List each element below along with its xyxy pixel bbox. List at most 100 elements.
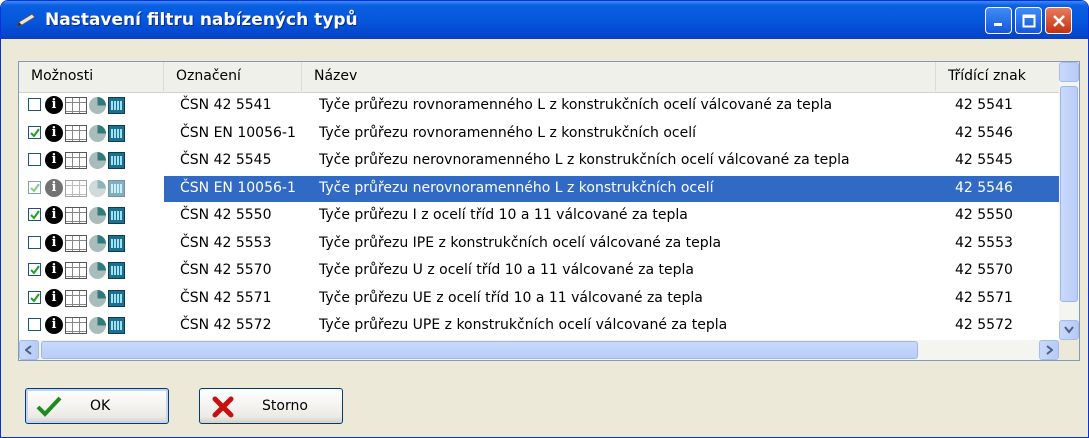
vertical-scroll-thumb[interactable] [1060,86,1078,302]
column-header-name[interactable]: Název [302,62,936,91]
cancel-button[interactable]: Storno [199,388,343,424]
row-name: Tyče průřezu I z ocelí tříd 10 a 11 válc… [319,207,688,223]
table-row[interactable]: i ČSN 42 5541 Tyče průřezu rovnoramenného … [19,93,1059,119]
table-row[interactable]: i ČSN 42 5571 Tyče průřezu UE z ocelí tříd… [19,286,1059,312]
info-icon[interactable]: i [45,316,63,334]
horizontal-scrollbar[interactable] [19,340,1059,360]
ok-button[interactable]: OK [25,388,169,424]
calculator-icon[interactable] [108,234,125,252]
pencil-icon [16,13,36,27]
chart-icon[interactable] [89,179,106,197]
scroll-down-button[interactable] [1059,320,1079,340]
row-code: ČSN 42 5570 [180,262,272,278]
row-checkbox[interactable] [28,208,41,221]
list-header: Možnosti Označení Název Třídící znak [19,62,1059,93]
info-icon[interactable]: i [45,151,63,169]
info-icon[interactable]: i [45,178,63,197]
table-row[interactable]: i ČSN EN 10056-1 Tyče průřezu nerovnoramen… [19,175,1059,202]
calculator-icon[interactable] [108,317,125,334]
check-icon [30,210,40,220]
row-code: ČSN EN 10056-1 [180,179,296,196]
info-icon[interactable]: i [45,261,63,279]
calculator-icon[interactable] [108,124,125,142]
chart-icon[interactable] [89,289,106,307]
chart-icon[interactable] [89,152,106,169]
calculator-icon[interactable] [108,179,125,197]
calculator-icon[interactable] [108,289,125,307]
row-sort-key: 42 5545 [955,152,1013,168]
row-sort-key: 42 5546 [955,124,1013,141]
table-row[interactable]: i ČSN 42 5545 Tyče průřezu nerovnoramennéh… [19,148,1059,174]
vertical-scrollbar[interactable] [1059,62,1079,340]
horizontal-scroll-thumb[interactable] [41,341,918,359]
info-icon[interactable]: i [45,206,63,224]
row-checkbox[interactable] [28,290,41,304]
row-name: Tyče průřezu rovnoramenného L z konstruk… [319,124,696,141]
calculator-icon[interactable] [108,152,125,169]
table-icon[interactable] [65,234,87,252]
checkmark-icon [36,396,62,417]
chart-icon[interactable] [89,234,106,252]
info-icon[interactable]: i [45,233,63,252]
info-icon[interactable]: i [45,123,63,142]
calculator-icon[interactable] [108,207,125,224]
minimize-button[interactable] [985,7,1012,34]
minimize-icon [993,22,1002,26]
calculator-icon[interactable] [108,97,125,114]
row-checkbox[interactable] [28,153,41,166]
scroll-left-button[interactable] [19,340,39,360]
table-row[interactable]: i ČSN EN 10056-1 Tyče průřezu rovnoramenné… [19,121,1059,147]
close-button[interactable] [1045,7,1072,34]
ok-label: OK [90,398,111,414]
table-icon[interactable] [65,179,87,197]
table-icon[interactable] [65,97,87,114]
table-icon[interactable] [65,124,87,142]
calculator-icon[interactable] [108,262,125,279]
table-icon[interactable] [65,207,87,224]
chart-icon[interactable] [89,262,106,279]
row-code: ČSN 42 5545 [180,152,272,168]
row-checkbox[interactable] [28,125,41,139]
types-list[interactable]: Možnosti Označení Název Třídící znak i ČS… [18,61,1080,361]
row-checkbox[interactable] [28,235,41,249]
scroll-up-button[interactable] [1059,62,1079,82]
cross-icon [212,396,234,418]
table-icon[interactable] [65,317,87,334]
close-icon [1052,14,1065,27]
column-header-options[interactable]: Možnosti [19,62,164,91]
row-checkbox[interactable] [28,180,41,194]
row-sort-key: 42 5570 [955,262,1013,278]
row-name: Tyče průřezu nerovnoramenného L z konstr… [319,179,714,196]
table-row[interactable]: i ČSN 42 5572 Tyče průřezu UPE z konstrukč… [19,313,1059,339]
table-row[interactable]: i ČSN 42 5550 Tyče průřezu I z ocelí tříd … [19,203,1059,229]
chevron-down-icon [1064,326,1074,334]
table-icon[interactable] [65,152,87,169]
row-checkbox[interactable] [28,98,41,111]
chart-icon[interactable] [89,97,106,114]
table-row[interactable]: i ČSN 42 5553 Tyče průřezu IPE z konstrukč… [19,231,1059,257]
table-icon[interactable] [65,262,87,279]
info-icon[interactable]: i [45,288,63,307]
chart-icon[interactable] [89,317,106,334]
row-checkbox[interactable] [28,263,41,276]
chart-icon[interactable] [89,124,106,142]
title-bar[interactable]: Nastavení filtru nabízených typů [1,1,1088,39]
maximize-button[interactable] [1015,7,1042,34]
row-code: ČSN EN 10056-1 [180,124,296,141]
row-sort-key: 42 5541 [955,97,1013,113]
check-icon [30,127,40,138]
row-name: Tyče průřezu U z ocelí tříd 10 a 11 válc… [319,262,694,278]
column-header-code[interactable]: Označení [164,62,302,91]
row-sort-key: 42 5550 [955,207,1013,223]
column-header-sort[interactable]: Třídící znak [936,62,1059,91]
row-name: Tyče průřezu UE z ocelí tříd 10 a 11 vál… [319,289,703,306]
row-sort-key: 42 5553 [955,234,1013,251]
table-row[interactable]: i ČSN 42 5570 Tyče průřezu U z ocelí tříd … [19,258,1059,284]
scroll-right-button[interactable] [1039,340,1059,360]
table-icon[interactable] [65,289,87,307]
row-name: Tyče průřezu nerovnoramenného L z konstr… [319,152,850,168]
check-icon [30,182,40,193]
chart-icon[interactable] [89,207,106,224]
row-checkbox[interactable] [28,318,41,331]
info-icon[interactable]: i [45,96,63,114]
